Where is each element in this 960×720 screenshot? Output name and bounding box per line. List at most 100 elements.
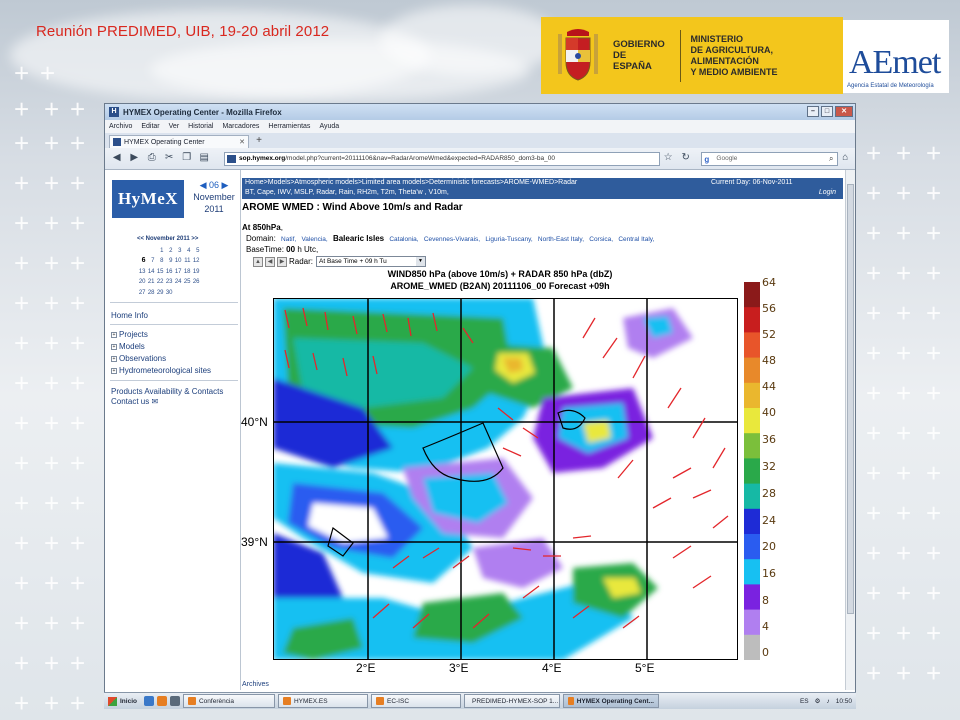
step-forward-button[interactable]: ▶ [277,256,287,267]
paste-icon[interactable]: ▤ [197,151,213,166]
calendar-day[interactable]: 26 [191,277,200,288]
calendar-day[interactable]: 13 [137,267,146,278]
browser-tab[interactable]: HYMEX Operating Center ✕ [109,135,249,148]
menu-item[interactable]: Herramientas [268,123,310,130]
domain-option[interactable]: Corsica, [589,236,613,243]
step-up-button[interactable]: ▲ [253,256,263,267]
menu-item[interactable]: Editar [141,123,159,130]
calendar-day[interactable]: 5 [191,246,199,257]
minimize-button[interactable]: – [807,106,819,117]
bookmark-star-icon[interactable]: ☆ [660,151,676,166]
print-icon[interactable]: ⎙ [144,151,160,166]
calendar-day[interactable]: 29 [155,288,164,299]
calendar-day[interactable]: 25 [182,277,191,288]
products-availability-link[interactable]: Products Availability & Contacts [111,387,223,396]
expand-icon[interactable]: + [111,343,117,350]
firefox-icon[interactable] [156,696,167,706]
hymex-logo[interactable]: HyMeX [112,180,184,218]
menu-item[interactable]: Ayuda [319,123,339,130]
cut-icon[interactable]: ✂ [162,151,178,166]
home-icon[interactable]: ⌂ [838,151,854,166]
domain-option[interactable]: Catalonia, [389,236,418,243]
calendar-day[interactable]: 23 [164,277,173,288]
calendar-day[interactable]: 18 [182,267,191,278]
calendar-day[interactable]: 2 [164,246,172,257]
menu-item[interactable]: Marcadores [222,123,259,130]
volume-icon[interactable]: ♪ [826,698,829,705]
parameter-links[interactable]: BT, Cape, IWV, MSLP, Radar, Rain, RH2m, … [245,188,843,198]
reload-icon[interactable]: ↻ [678,151,694,166]
archives-link[interactable]: Archives [242,681,269,688]
menu-item[interactable]: Historial [188,123,213,130]
copy-icon[interactable]: ❐ [179,151,195,166]
chevron-down-icon[interactable]: ▼ [416,257,426,266]
menu-item[interactable]: Archivo [109,123,132,130]
calendar-day[interactable]: 15 [155,267,164,278]
domain-option[interactable]: Liguria-Tuscany, [485,236,532,243]
ie-icon[interactable] [143,696,154,706]
calendar-day[interactable]: 16 [164,267,173,278]
calendar-day[interactable]: 7 [146,256,154,267]
tree-item-observations[interactable]: + Observations [111,354,166,363]
vertical-scrollbar[interactable] [845,170,855,690]
menu-item[interactable]: Ver [169,123,180,130]
domain-option[interactable]: North-East Italy, [538,236,584,243]
calendar-day[interactable]: 17 [173,267,182,278]
calendar-day[interactable]: 8 [155,256,163,267]
maximize-button[interactable]: □ [821,106,833,117]
radar-time-select[interactable]: At Base Time + 09 h Tu ▼ [316,256,427,267]
tree-item-models[interactable]: + Models [111,342,145,351]
date-day[interactable]: ◀ 06 ▶ [191,179,237,191]
media-icon[interactable] [169,696,180,706]
tree-item-hydro-sites[interactable]: + Hydrometeorological sites [111,366,211,375]
calendar-day[interactable]: 20 [137,277,146,288]
language-indicator[interactable]: ES [800,698,809,705]
back-button[interactable]: ◀ [109,151,125,166]
taskbar-item[interactable]: Conferència [182,694,275,708]
expand-icon[interactable]: + [111,355,117,362]
taskbar-item[interactable]: HYMEX.ES [277,694,368,708]
basetime-value[interactable]: 00 [286,245,295,254]
calendar-day[interactable]: 28 [146,288,155,299]
network-icon[interactable]: ⚙ [815,697,821,705]
calendar-day[interactable]: 21 [146,277,155,288]
calendar-day[interactable]: 10 [173,256,182,267]
tree-item-projects[interactable]: + Projects [111,330,148,339]
domain-option[interactable]: Valencia, [301,236,327,243]
calendar-day[interactable]: 9 [164,256,172,267]
domain-option[interactable]: Natif, [281,236,296,243]
start-button[interactable]: Inicio [104,696,141,706]
domain-option-selected[interactable]: Balearic Isles [333,234,384,243]
calendar-header[interactable]: << November 2011 >> [137,234,200,245]
contact-us-link[interactable]: Contact us ✉ [111,397,158,406]
calendar-day[interactable]: 4 [182,246,190,257]
home-info-link[interactable]: Home Info [111,311,148,320]
domain-option[interactable]: Cevennes-Vivarais, [424,236,480,243]
calendar-day[interactable]: 24 [173,277,182,288]
calendar-day[interactable]: 11 [182,256,190,267]
calendar-day[interactable]: 30 [164,288,173,299]
search-icon[interactable]: ⌕ [829,153,833,165]
taskbar-item[interactable]: EC-ISC [370,694,461,708]
calendar-day[interactable]: 3 [173,246,181,257]
expand-icon[interactable]: + [111,367,117,374]
forward-button[interactable]: ▶ [127,151,143,166]
calendar-day[interactable]: 22 [155,277,164,288]
domain-option[interactable]: Central Italy, [618,236,654,243]
step-back-button[interactable]: ◀ [265,256,275,267]
search-bar[interactable]: g Google ⌕ [701,151,838,166]
breadcrumb[interactable]: Home>Models>Atmospheric models>Limited a… [245,179,577,186]
calendar-day[interactable]: 1 [155,246,163,257]
envelope-icon[interactable]: ✉ [151,397,158,406]
scrollbar-thumb[interactable] [847,184,854,614]
calendar-day-selected[interactable]: 6 [137,256,146,267]
calendar-day[interactable]: 14 [146,267,155,278]
url-bar[interactable]: sop.hymex.org/model.php?current=20111106… [224,151,661,166]
calendar-day[interactable]: 27 [137,288,146,299]
taskbar-item[interactable]: PREDIMED-HYMEX-SOP 1... [463,694,560,708]
close-button[interactable]: ✕ [835,106,853,117]
expand-icon[interactable]: + [111,331,117,338]
login-link[interactable]: Login [819,188,836,198]
taskbar-item-active[interactable]: HYMEX Operating Cent... [562,694,659,708]
clock[interactable]: 10:50 [836,698,852,705]
